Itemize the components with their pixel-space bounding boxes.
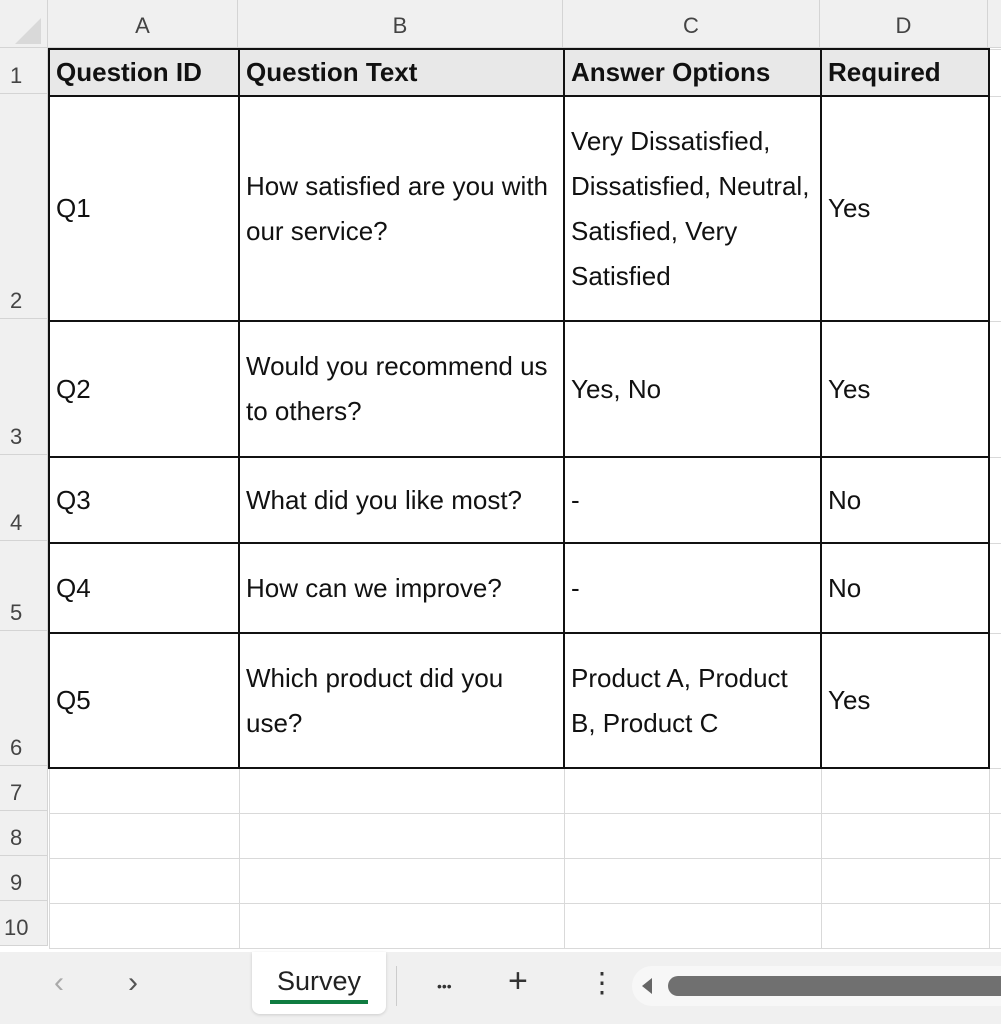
cell[interactable]	[989, 858, 1001, 903]
scrollbar-thumb[interactable]	[668, 976, 1001, 996]
cell[interactable]	[49, 903, 239, 948]
cell-a1[interactable]: Question ID	[49, 49, 239, 96]
cell[interactable]	[49, 768, 239, 813]
cell-b6[interactable]: Which product did you use?	[239, 633, 564, 768]
empty-row	[49, 858, 1001, 903]
empty-row	[49, 903, 1001, 948]
cell-c6[interactable]: Product A, Product B, Product C	[564, 633, 821, 768]
table-row: Q3 What did you like most? - No	[49, 457, 1001, 543]
table-row: Q5 Which product did you use? Product A,…	[49, 633, 1001, 768]
cell[interactable]	[239, 858, 564, 903]
cell-b5[interactable]: How can we improve?	[239, 543, 564, 633]
cell-a2[interactable]: Q1	[49, 96, 239, 321]
horizontal-scrollbar[interactable]	[632, 966, 1001, 1006]
row-header-9[interactable]: 9	[0, 856, 48, 901]
row-header-6[interactable]: 6	[0, 631, 48, 766]
cell-e5[interactable]	[989, 543, 1001, 633]
cell-a4[interactable]: Q3	[49, 457, 239, 543]
cell[interactable]	[821, 813, 989, 858]
options-icon[interactable]: ⋮	[588, 966, 616, 999]
cell-d3[interactable]: Yes	[821, 321, 989, 457]
cell[interactable]	[821, 858, 989, 903]
cell-c1[interactable]: Answer Options	[564, 49, 821, 96]
row-header-5[interactable]: 5	[0, 541, 48, 631]
empty-row	[49, 813, 1001, 858]
cell[interactable]	[239, 903, 564, 948]
row-header-10[interactable]: 10	[0, 901, 48, 946]
cell-a6[interactable]: Q5	[49, 633, 239, 768]
column-header-d[interactable]: D	[820, 0, 988, 48]
divider	[396, 966, 397, 1006]
cell-e1[interactable]	[989, 49, 1001, 96]
spreadsheet-grid: Question ID Question Text Answer Options…	[48, 48, 1001, 949]
empty-row	[49, 768, 1001, 813]
active-tab-underline	[270, 1000, 368, 1004]
column-header-a[interactable]: A	[48, 0, 238, 48]
table-row: Q4 How can we improve? - No	[49, 543, 1001, 633]
cell-d4[interactable]: No	[821, 457, 989, 543]
cell-e3[interactable]	[989, 321, 1001, 457]
cell[interactable]	[49, 813, 239, 858]
more-sheets-icon[interactable]: •••	[437, 978, 452, 994]
next-sheet-button[interactable]: ›	[128, 966, 138, 1000]
row-header-3[interactable]: 3	[0, 319, 48, 455]
row-header-1[interactable]: 1	[0, 48, 48, 94]
column-header-b[interactable]: B	[238, 0, 563, 48]
cell-b3[interactable]: Would you recommend us to others?	[239, 321, 564, 457]
cell-d6[interactable]: Yes	[821, 633, 989, 768]
cell[interactable]	[564, 903, 821, 948]
cell-c4[interactable]: -	[564, 457, 821, 543]
cell-d5[interactable]: No	[821, 543, 989, 633]
column-header-c[interactable]: C	[563, 0, 820, 48]
row-header-4[interactable]: 4	[0, 455, 48, 541]
cell[interactable]	[564, 768, 821, 813]
cell[interactable]	[821, 768, 989, 813]
cell-c5[interactable]: -	[564, 543, 821, 633]
cell[interactable]	[821, 903, 989, 948]
scroll-left-icon[interactable]	[642, 978, 652, 994]
cell[interactable]	[564, 858, 821, 903]
cell[interactable]	[239, 768, 564, 813]
sheet-tab-label: Survey	[277, 966, 361, 996]
row-header-2[interactable]: 2	[0, 94, 48, 319]
cell-a5[interactable]: Q4	[49, 543, 239, 633]
add-sheet-icon[interactable]: +	[508, 962, 528, 1001]
cell[interactable]	[239, 813, 564, 858]
cell-a3[interactable]: Q2	[49, 321, 239, 457]
cell-d2[interactable]: Yes	[821, 96, 989, 321]
table-row: Q2 Would you recommend us to others? Yes…	[49, 321, 1001, 457]
previous-sheet-button[interactable]: ‹	[54, 966, 64, 1000]
sheet-tab-bar: ‹ › Survey ••• + ⋮	[0, 952, 1001, 1024]
cell-e4[interactable]	[989, 457, 1001, 543]
row-header-7[interactable]: 7	[0, 766, 48, 811]
table-row: Q1 How satisfied are you with our servic…	[49, 96, 1001, 321]
cell-b2[interactable]: How satisfied are you with our service?	[239, 96, 564, 321]
cell[interactable]	[989, 903, 1001, 948]
cell[interactable]	[564, 813, 821, 858]
cell-e6[interactable]	[989, 633, 1001, 768]
header-row: Question ID Question Text Answer Options…	[49, 49, 1001, 96]
cell-b1[interactable]: Question Text	[239, 49, 564, 96]
cell[interactable]	[989, 813, 1001, 858]
sheet-tab-survey[interactable]: Survey	[252, 952, 386, 1014]
select-all-button[interactable]	[0, 0, 48, 48]
cell-c2[interactable]: Very Dissatisfied, Dissatisfied, Neutral…	[564, 96, 821, 321]
cell-d1[interactable]: Required	[821, 49, 989, 96]
column-header-bar: A B C D	[0, 0, 1001, 48]
cell-b4[interactable]: What did you like most?	[239, 457, 564, 543]
cell-c3[interactable]: Yes, No	[564, 321, 821, 457]
cell[interactable]	[989, 768, 1001, 813]
row-header-8[interactable]: 8	[0, 811, 48, 856]
cell-e2[interactable]	[989, 96, 1001, 321]
cell[interactable]	[49, 858, 239, 903]
